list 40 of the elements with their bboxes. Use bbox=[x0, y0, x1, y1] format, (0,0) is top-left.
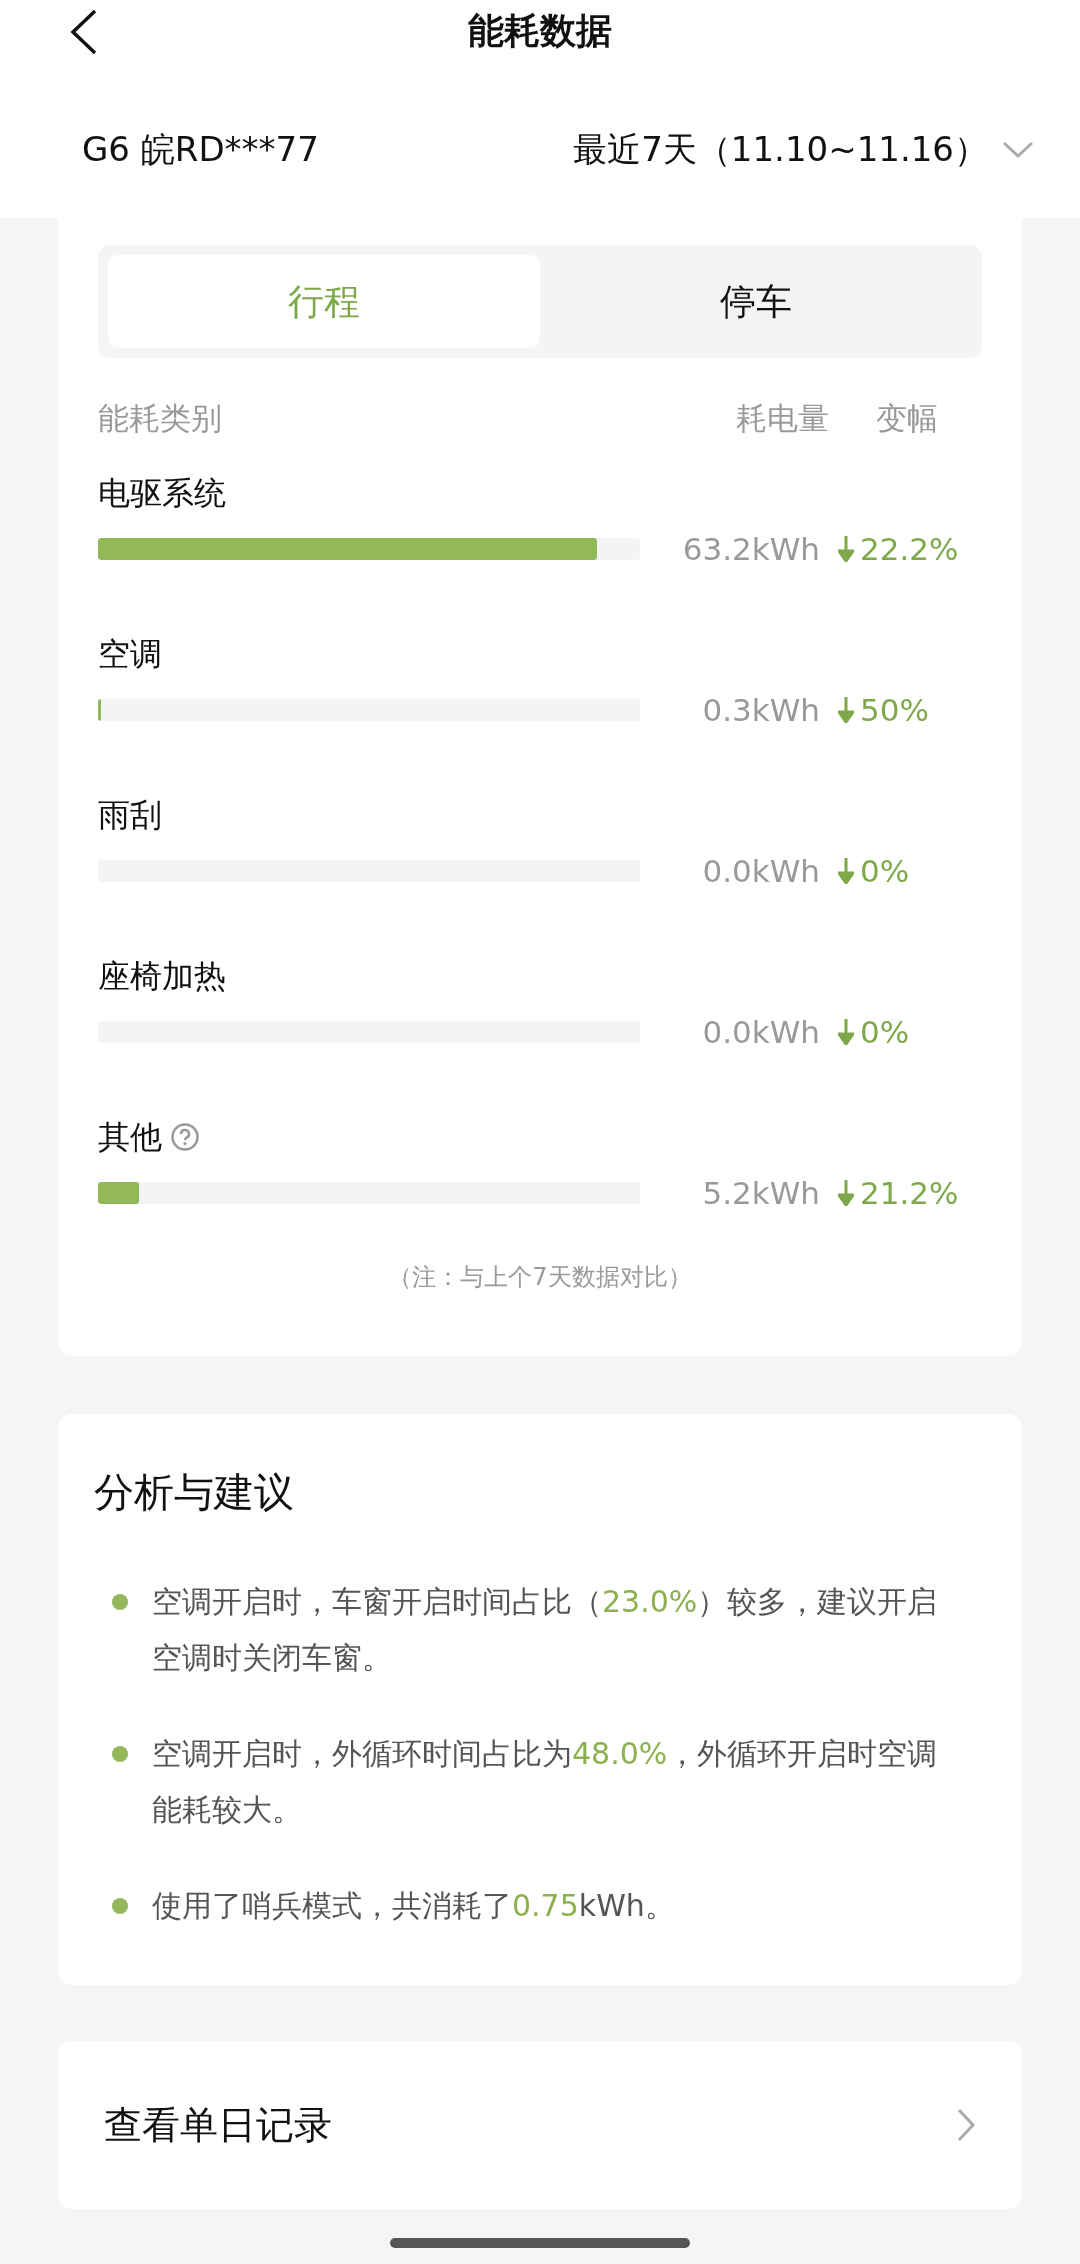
back-icon bbox=[69, 9, 99, 55]
arrow-down-icon bbox=[838, 536, 854, 562]
energy-value: 5.2kWh bbox=[701, 1173, 820, 1213]
period-dropdown[interactable]: 最近7天（11.10~11.16） bbox=[573, 124, 1034, 175]
vehicle-label: G6 皖RD***77 bbox=[82, 128, 319, 171]
page-title: 能耗数据 bbox=[468, 9, 612, 53]
change-value: 50% bbox=[860, 690, 929, 730]
change-value: 0% bbox=[860, 1012, 910, 1052]
arrow-down-icon bbox=[838, 858, 854, 884]
energy-value: 63.2kWh bbox=[681, 529, 820, 569]
help-icon[interactable] bbox=[170, 1122, 200, 1152]
suggestion-text: 空调开启时，外循环时间占比为48.0%，外循环开启时空调能耗较大。 bbox=[152, 1735, 939, 1829]
suggestion-text: 空调开启时，车窗开启时间占比（23.0%）较多，建议开启空调时关闭车窗。 bbox=[152, 1583, 939, 1677]
energy-value: 0.0kWh bbox=[701, 1012, 820, 1052]
category-name: 其他 bbox=[98, 1117, 162, 1158]
analysis-title: 分析与建议 bbox=[94, 1468, 295, 1517]
chevron-down-icon bbox=[1002, 139, 1034, 160]
column-header: 能耗类别 bbox=[98, 398, 223, 438]
energy-value: 0.3kWh bbox=[701, 690, 820, 730]
category-name: 座椅加热 bbox=[98, 956, 226, 997]
category-name: 电驱系统 bbox=[98, 473, 226, 514]
column-header: 变幅 bbox=[876, 398, 939, 438]
column-header: 耗电量 bbox=[736, 398, 830, 438]
arrow-down-icon bbox=[838, 697, 854, 723]
change-value: 0% bbox=[860, 851, 910, 891]
energy-value: 0.0kWh bbox=[701, 851, 820, 891]
bullet-icon bbox=[112, 1594, 128, 1610]
category-name: 雨刮 bbox=[98, 795, 162, 836]
chevron-right-icon bbox=[956, 2108, 976, 2142]
comparison-note: （注：与上个7天数据对比） bbox=[388, 1262, 692, 1293]
change-value: 22.2% bbox=[860, 529, 959, 569]
arrow-down-icon bbox=[838, 1180, 854, 1206]
suggestion-text: 使用了哨兵模式，共消耗了0.75kWh。 bbox=[152, 1887, 676, 1925]
category-name: 空调 bbox=[98, 634, 162, 675]
daily-records-link[interactable]: 查看单日记录 bbox=[58, 2041, 1022, 2209]
bullet-icon bbox=[112, 1746, 128, 1762]
change-value: 21.2% bbox=[860, 1173, 959, 1213]
segment-tab[interactable]: 停车 bbox=[540, 255, 972, 348]
arrow-down-icon bbox=[838, 1019, 854, 1045]
bullet-icon bbox=[112, 1898, 128, 1914]
